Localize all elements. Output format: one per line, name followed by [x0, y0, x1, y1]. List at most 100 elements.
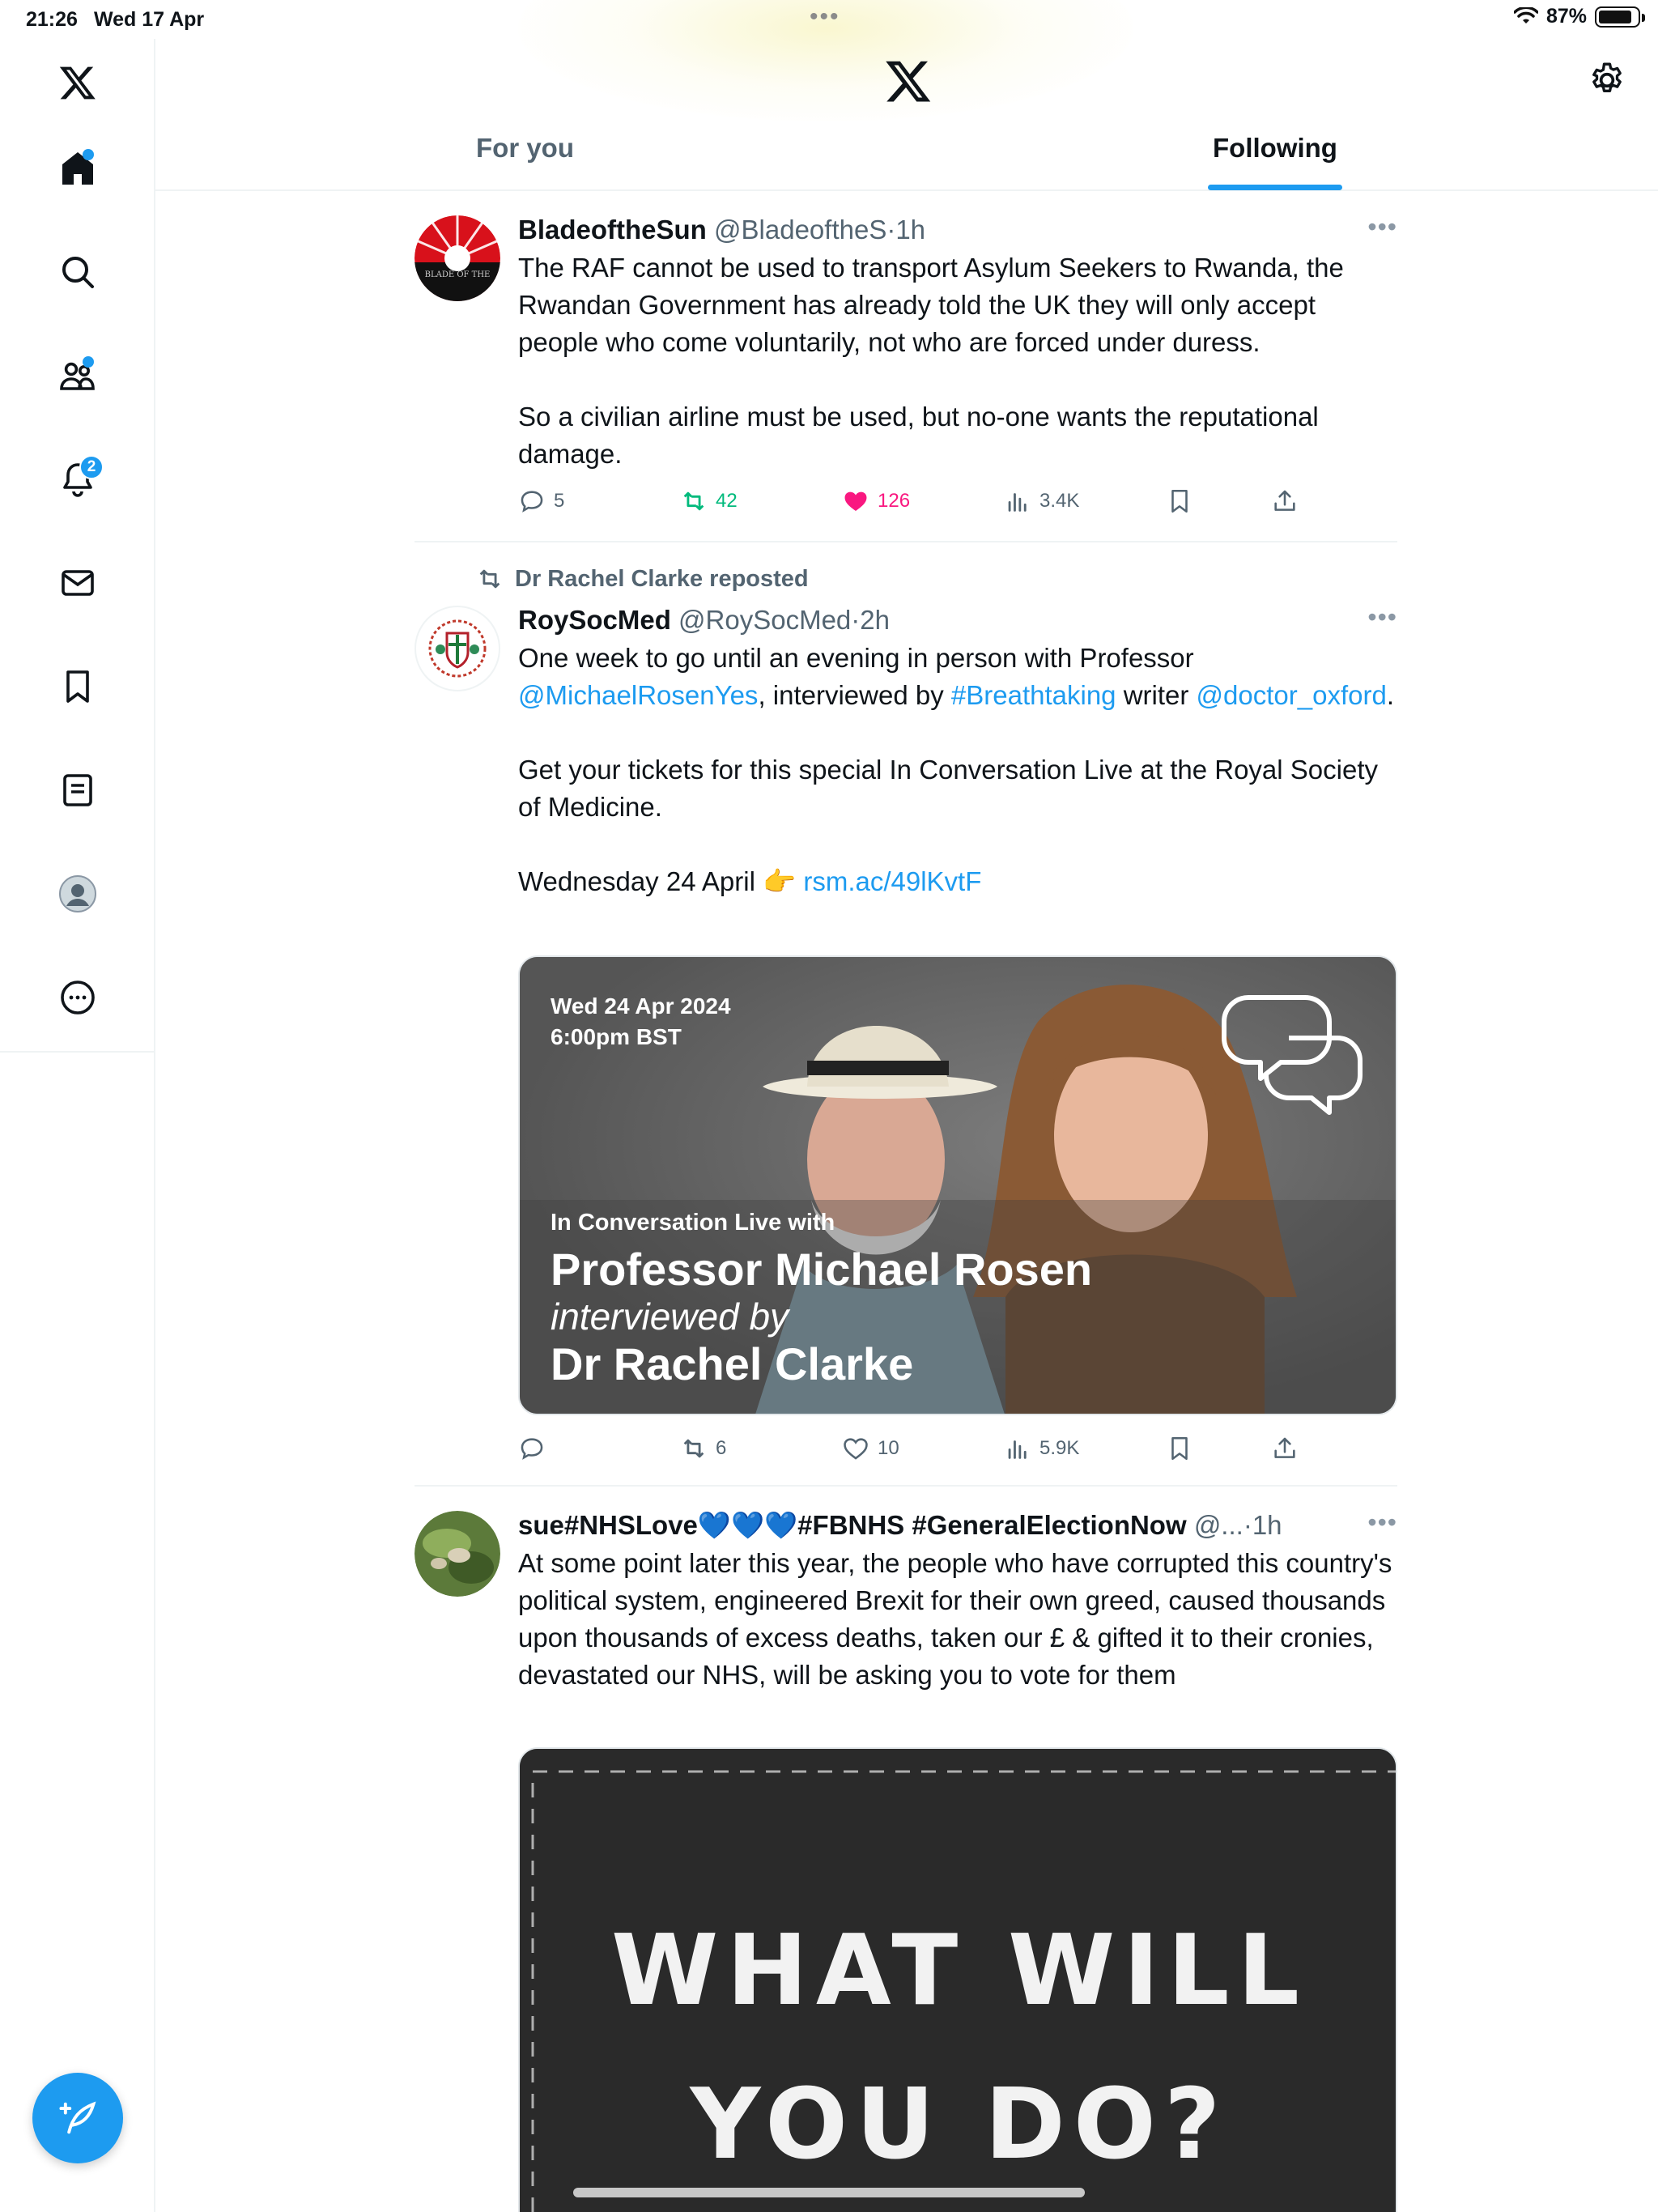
mention-link[interactable]: @doctor_oxford — [1197, 680, 1387, 710]
avatar-text: BLADE OF THE — [425, 270, 491, 279]
tweet-body: sue#NHSLove💙💙💙#FBNHS #GeneralElectionNow… — [518, 1508, 1397, 1694]
author-name[interactable]: RoySocMed — [518, 605, 671, 635]
nav-lists[interactable] — [52, 764, 104, 816]
tweet-text: One week to go until an evening in perso… — [518, 640, 1397, 900]
tweet[interactable]: BLADE OF THE BladeoftheSun @BladeoftheS·… — [414, 212, 1397, 528]
tweet-header: BladeoftheSun @BladeoftheS·1h — [518, 212, 1397, 248]
views-button[interactable]: 3.4K — [1004, 487, 1079, 515]
communities-unread-dot — [83, 356, 94, 368]
view-count: 5.9K — [1039, 1437, 1080, 1459]
like-button[interactable]: 10 — [842, 1435, 899, 1462]
chalkboard-line-2: YOU DO? — [690, 2069, 1229, 2181]
reply-button[interactable]: 5 — [518, 487, 564, 515]
tweet-text-part: writer — [1116, 680, 1197, 710]
bookmark-icon — [1171, 1436, 1188, 1461]
tweet-header: sue#NHSLove💙💙💙#FBNHS #GeneralElectionNow… — [518, 1508, 1397, 1543]
envelope-icon — [62, 570, 94, 596]
bookmark-button[interactable] — [1166, 1435, 1193, 1462]
share-button[interactable] — [1271, 487, 1299, 515]
tab-following[interactable]: Following — [1213, 133, 1337, 164]
event-subtitle: interviewed by — [551, 1295, 789, 1338]
avatar[interactable] — [414, 1511, 500, 1597]
reply-count: 5 — [554, 490, 565, 512]
event-time: 6:00pm BST — [551, 1024, 682, 1049]
more-options-icon[interactable]: ••• — [1367, 602, 1397, 632]
share-icon — [1274, 1437, 1295, 1458]
sidebar: 2 — [0, 39, 155, 2212]
heart-filled-icon — [844, 491, 867, 512]
author-handle[interactable]: @... — [1194, 1510, 1244, 1540]
bookmark-icon — [1171, 489, 1188, 513]
notifications-badge: 2 — [79, 455, 104, 479]
nav-notifications[interactable]: 2 — [52, 453, 104, 505]
repost-icon — [479, 569, 500, 589]
nav-home[interactable] — [52, 143, 104, 194]
share-icon — [1274, 490, 1295, 511]
repost-count: 42 — [716, 490, 738, 512]
repost-icon — [683, 1439, 704, 1458]
tweet-media-image[interactable]: WHAT WILL YOU DO? — [518, 1747, 1397, 2212]
compose-feather-icon — [59, 2101, 96, 2134]
x-logo-icon[interactable] — [52, 57, 104, 108]
tweet-actions: 5 42 126 3.4K — [518, 487, 1397, 520]
event-caption: In Conversation Live with Professor Mich… — [551, 1210, 1092, 1390]
bookmark-button[interactable] — [1166, 487, 1193, 515]
more-options-icon[interactable]: ••• — [1367, 1508, 1397, 1538]
heart-icon — [844, 1438, 868, 1460]
hashtag-link[interactable]: #Breathtaking — [951, 680, 1116, 710]
home-indicator[interactable] — [573, 2188, 1085, 2197]
tweet-time[interactable]: 2h — [860, 605, 890, 635]
repost-button[interactable]: 42 — [680, 487, 738, 515]
event-date: Wed 24 Apr 2024 — [551, 993, 731, 1019]
views-chart-icon — [1008, 493, 1027, 512]
profile-avatar-icon — [59, 875, 96, 912]
repost-button[interactable]: 6 — [680, 1435, 726, 1462]
tweet-actions: 6 10 5.9K — [518, 1435, 1397, 1467]
nav-explore[interactable] — [52, 246, 104, 298]
more-circle-icon — [61, 981, 95, 1015]
chalkboard-text: WHAT WILL YOU DO? — [520, 1895, 1396, 2202]
repost-context[interactable]: Dr Rachel Clarke reposted — [476, 565, 809, 593]
tweet[interactable]: RoySocMed @RoySocMed·2h ••• One week to … — [414, 602, 1397, 1461]
event-kicker: In Conversation Live with — [551, 1210, 835, 1236]
tweet-header: RoySocMed @RoySocMed·2h — [518, 602, 1397, 638]
views-button[interactable]: 5.9K — [1004, 1435, 1079, 1462]
status-date: Wed 17 Apr — [94, 8, 205, 31]
gear-icon[interactable] — [1587, 60, 1627, 100]
more-options-icon[interactable]: ••• — [1367, 212, 1397, 242]
repost-icon — [683, 491, 704, 511]
avatar[interactable]: BLADE OF THE — [414, 215, 500, 301]
list-icon — [63, 774, 92, 806]
nav-communities[interactable] — [52, 350, 104, 402]
tweet-body: BladeoftheSun @BladeoftheS·1h ••• The RA… — [518, 212, 1397, 473]
avatar[interactable] — [414, 606, 500, 691]
x-logo-icon[interactable] — [884, 57, 933, 105]
tweet[interactable]: sue#NHSLove💙💙💙#FBNHS #GeneralElectionNow… — [414, 1508, 1397, 2212]
nav-more[interactable] — [52, 972, 104, 1023]
mention-link[interactable]: @MichaelRosenYes — [518, 680, 758, 710]
author-name[interactable]: BladeoftheSun — [518, 215, 707, 245]
nav-messages[interactable] — [52, 557, 104, 609]
tweet-separator: · — [886, 215, 896, 245]
tweet-text: The RAF cannot be used to transport Asyl… — [518, 253, 1344, 469]
battery-icon — [1595, 6, 1645, 28]
search-icon — [62, 257, 94, 288]
multitask-dots[interactable]: ••• — [810, 3, 840, 31]
chalkboard-line-1: WHAT WILL — [611, 1915, 1307, 2027]
nav-bookmarks[interactable] — [52, 661, 104, 713]
url-link[interactable]: rsm.ac/49lKvtF — [803, 866, 981, 896]
tweet-text-part: One week to go until an evening in perso… — [518, 643, 1201, 673]
status-time: 21:26 — [26, 8, 78, 31]
author-handle[interactable]: @BladeoftheS — [714, 215, 886, 245]
compose-button[interactable] — [32, 2073, 123, 2163]
author-handle[interactable]: @RoySocMed — [678, 605, 851, 635]
nav-profile[interactable] — [52, 868, 104, 920]
tweet-time[interactable]: 1h — [895, 215, 925, 245]
author-name[interactable]: sue#NHSLove💙💙💙#FBNHS #GeneralElectionNow — [518, 1510, 1187, 1540]
like-button[interactable]: 126 — [842, 487, 910, 515]
share-button[interactable] — [1271, 1435, 1299, 1462]
tweet-time[interactable]: 1h — [1252, 1510, 1282, 1540]
tab-for-you[interactable]: For you — [476, 133, 574, 164]
tweet-media-image[interactable]: Wed 24 Apr 2024 6:00pm BST In Conversati… — [518, 955, 1397, 1415]
reply-button[interactable] — [518, 1435, 554, 1462]
